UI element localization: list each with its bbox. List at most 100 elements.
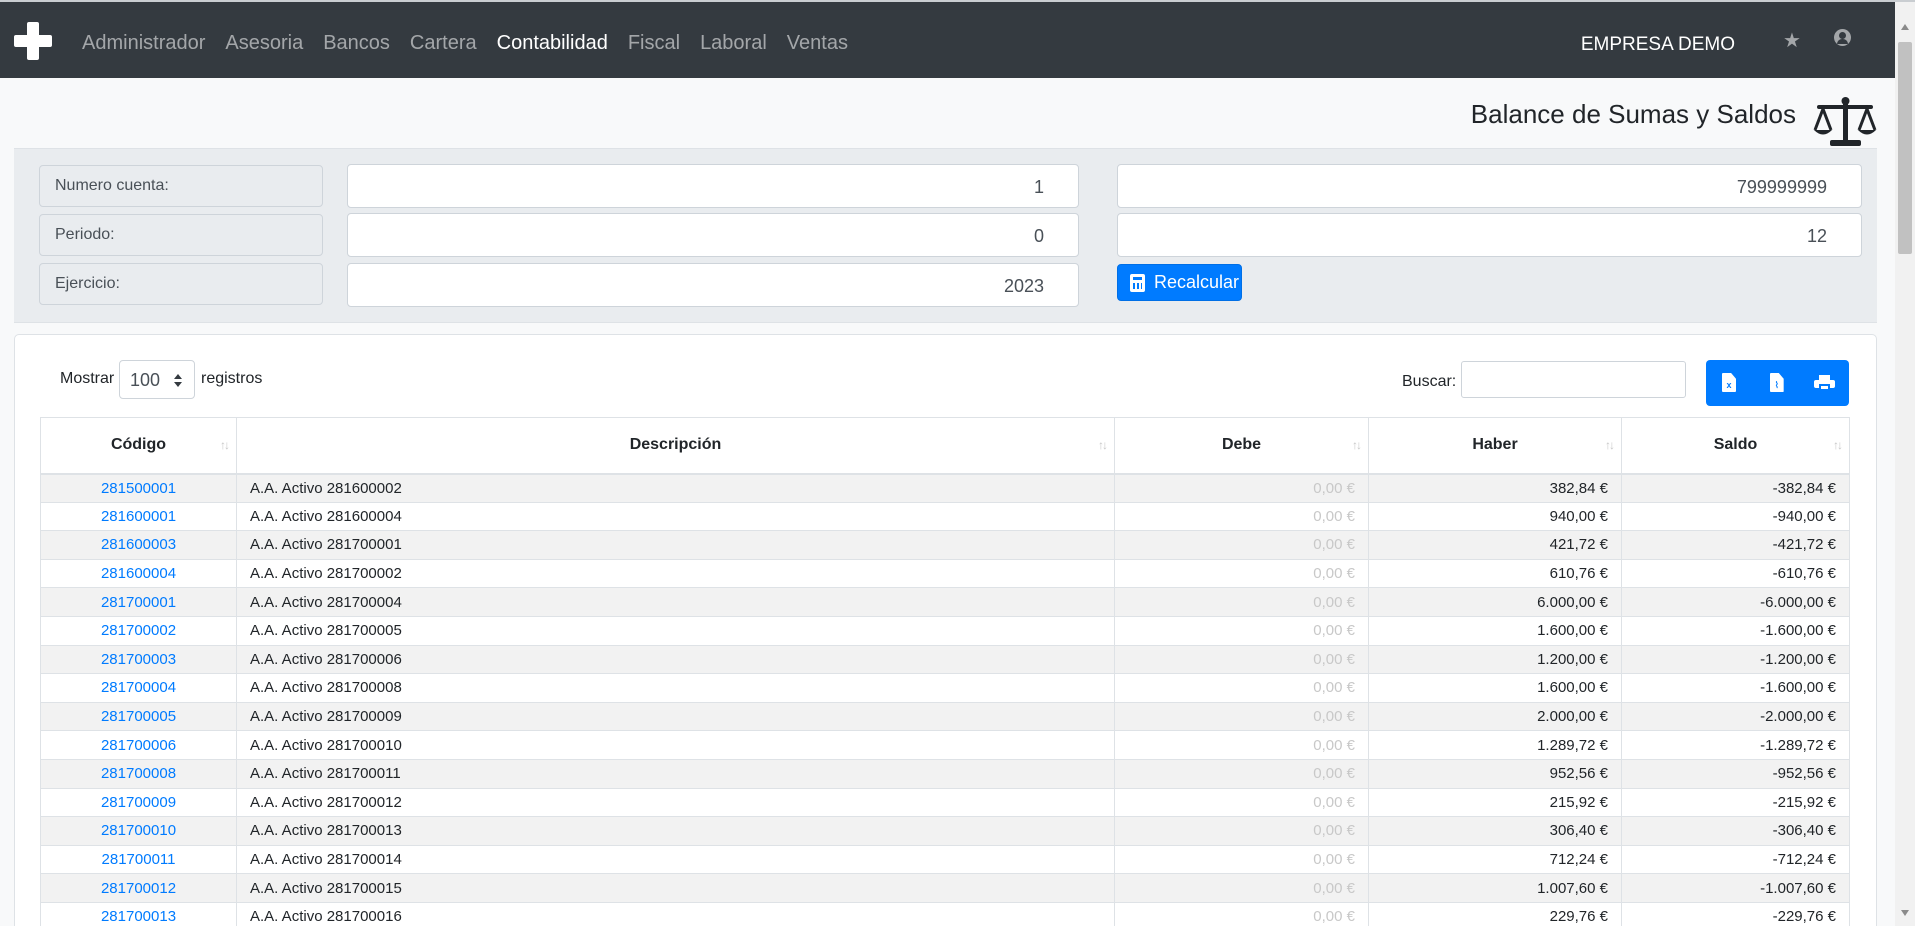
cell-description: A.A. Activo 281700013	[236, 816, 1115, 846]
table-row: 281700005 A.A. Activo 281700009 0,00 €2.00…	[40, 701, 1850, 732]
period-from-input[interactable]: 0	[347, 213, 1079, 257]
cell-saldo: -1.600,00 €	[1621, 615, 1850, 646]
cell-debe: 0,00 €	[1114, 787, 1369, 818]
search-input[interactable]	[1461, 361, 1686, 398]
menu-item-bancos[interactable]: Bancos	[323, 32, 390, 55]
cell-description: A.A. Activo 281700014	[236, 844, 1115, 875]
cell-saldo: -1.007,60 €	[1621, 873, 1850, 903]
page-scrollbar[interactable]	[1895, 2, 1915, 926]
cell-saldo: -1.200,00 €	[1621, 644, 1850, 675]
cell-debe: 0,00 €	[1114, 701, 1369, 732]
cell-description: A.A. Activo 281700006	[236, 644, 1115, 675]
sort-icon: ↑↓	[1833, 438, 1843, 452]
cell-haber: 610,76 €	[1368, 558, 1622, 589]
sort-icon: ↑↓	[1352, 438, 1362, 452]
page-length-select[interactable]: 100	[119, 360, 195, 399]
scroll-thumb[interactable]	[1898, 42, 1912, 254]
cell-saldo: -940,00 €	[1621, 501, 1850, 532]
cell-debe: 0,00 €	[1114, 615, 1369, 646]
column-header-haber[interactable]: Haber ↑↓	[1368, 417, 1622, 475]
account-code-link[interactable]: 281500001	[40, 473, 237, 503]
account-code-link[interactable]: 281600001	[40, 501, 237, 532]
column-header-debe[interactable]: Debe ↑↓	[1114, 417, 1369, 475]
scroll-down-arrow-icon[interactable]	[1901, 910, 1909, 916]
file-pdf-icon: ⌇	[1769, 373, 1784, 392]
main-menu: Administrador Asesoria Bancos Cartera Contab…	[82, 32, 868, 55]
scroll-up-arrow-icon[interactable]	[1901, 24, 1909, 30]
cell-debe: 0,00 €	[1114, 644, 1369, 675]
plus-icon[interactable]	[14, 22, 52, 60]
cell-saldo: -712,24 €	[1621, 844, 1850, 875]
select-arrows-icon	[174, 374, 182, 388]
export-excel-button[interactable]: x	[1706, 360, 1754, 406]
column-header-saldo[interactable]: Saldo ↑↓	[1621, 417, 1850, 475]
user-circle-icon[interactable]	[1834, 29, 1851, 46]
cell-debe: 0,00 €	[1114, 901, 1369, 926]
cell-description: A.A. Activo 281600002	[236, 473, 1115, 503]
export-button-group: x ⌇	[1706, 360, 1849, 406]
menu-item-contabilidad[interactable]: Contabilidad	[497, 32, 608, 55]
table-row: 281700003 A.A. Activo 281700006 0,00 €1.20…	[40, 644, 1850, 675]
account-code-link[interactable]: 281700012	[40, 873, 237, 903]
account-code-link[interactable]: 281600003	[40, 530, 237, 560]
table-header-row: Código ↑↓ Descripción ↑↓ Debe ↑↓ Haber ↑↓ Sa…	[40, 417, 1850, 475]
account-code-link[interactable]: 281700004	[40, 673, 237, 703]
cell-haber: 1.200,00 €	[1368, 644, 1622, 675]
period-label: Periodo:	[39, 214, 323, 256]
menu-item-ventas[interactable]: Ventas	[787, 32, 848, 55]
print-button[interactable]	[1801, 360, 1849, 406]
cell-haber: 215,92 €	[1368, 787, 1622, 818]
menu-item-cartera[interactable]: Cartera	[410, 32, 477, 55]
cell-saldo: -306,40 €	[1621, 816, 1850, 846]
company-name[interactable]: EMPRESA DEMO	[1581, 34, 1735, 56]
account-code-link[interactable]: 281700011	[40, 844, 237, 875]
cell-saldo: -382,84 €	[1621, 473, 1850, 503]
records-label: registros	[201, 370, 263, 387]
account-code-link[interactable]: 281700005	[40, 701, 237, 732]
star-icon[interactable]: ★	[1783, 28, 1801, 53]
menu-item-fiscal[interactable]: Fiscal	[628, 32, 680, 55]
account-code-link[interactable]: 281700010	[40, 816, 237, 846]
cell-description: A.A. Activo 281700009	[236, 701, 1115, 732]
table-row: 281700008 A.A. Activo 281700011 0,00 €952,…	[40, 758, 1850, 789]
account-code-link[interactable]: 281700001	[40, 587, 237, 617]
account-label: Numero cuenta:	[39, 165, 323, 207]
year-input[interactable]: 2023	[347, 263, 1079, 307]
table-row: 281700011 A.A. Activo 281700014 0,00 €712,…	[40, 844, 1850, 875]
cell-haber: 940,00 €	[1368, 501, 1622, 532]
cell-description: A.A. Activo 281700016	[236, 901, 1115, 926]
menu-item-administrador[interactable]: Administrador	[82, 32, 205, 55]
cell-haber: 382,84 €	[1368, 473, 1622, 503]
sort-icon: ↑↓	[220, 438, 230, 452]
cell-haber: 952,56 €	[1368, 758, 1622, 789]
cell-debe: 0,00 €	[1114, 587, 1369, 617]
period-to-input[interactable]: 12	[1117, 213, 1862, 257]
table-row: 281700006 A.A. Activo 281700010 0,00 €1.28…	[40, 730, 1850, 760]
column-header-description[interactable]: Descripción ↑↓	[236, 417, 1115, 475]
account-code-link[interactable]: 281700013	[40, 901, 237, 926]
table-row: 281700013 A.A. Activo 281700016 0,00 €229,…	[40, 901, 1850, 926]
cell-debe: 0,00 €	[1114, 558, 1369, 589]
account-code-link[interactable]: 281700002	[40, 615, 237, 646]
recalc-label: Recalcular	[1154, 272, 1240, 292]
account-code-link[interactable]: 281600004	[40, 558, 237, 589]
sort-icon: ↑↓	[1605, 438, 1615, 452]
account-code-link[interactable]: 281700006	[40, 730, 237, 760]
cell-saldo: -1.600,00 €	[1621, 673, 1850, 703]
account-code-link[interactable]: 281700008	[40, 758, 237, 789]
cell-description: A.A. Activo 281700011	[236, 758, 1115, 789]
column-header-code[interactable]: Código ↑↓	[40, 417, 237, 475]
account-code-link[interactable]: 281700009	[40, 787, 237, 818]
account-code-link[interactable]: 281700003	[40, 644, 237, 675]
account-to-input[interactable]: 799999999	[1117, 164, 1862, 208]
balance-scale-icon	[1813, 97, 1877, 146]
cell-debe: 0,00 €	[1114, 844, 1369, 875]
recalc-button[interactable]: Recalcular	[1117, 264, 1242, 301]
cell-haber: 1.600,00 €	[1368, 615, 1622, 646]
calculator-icon	[1130, 274, 1145, 292]
menu-item-laboral[interactable]: Laboral	[700, 32, 767, 55]
show-label: Mostrar	[60, 370, 115, 387]
account-from-input[interactable]: 1	[347, 164, 1079, 208]
export-pdf-button[interactable]: ⌇	[1754, 360, 1802, 406]
menu-item-asesoria[interactable]: Asesoria	[225, 32, 303, 55]
